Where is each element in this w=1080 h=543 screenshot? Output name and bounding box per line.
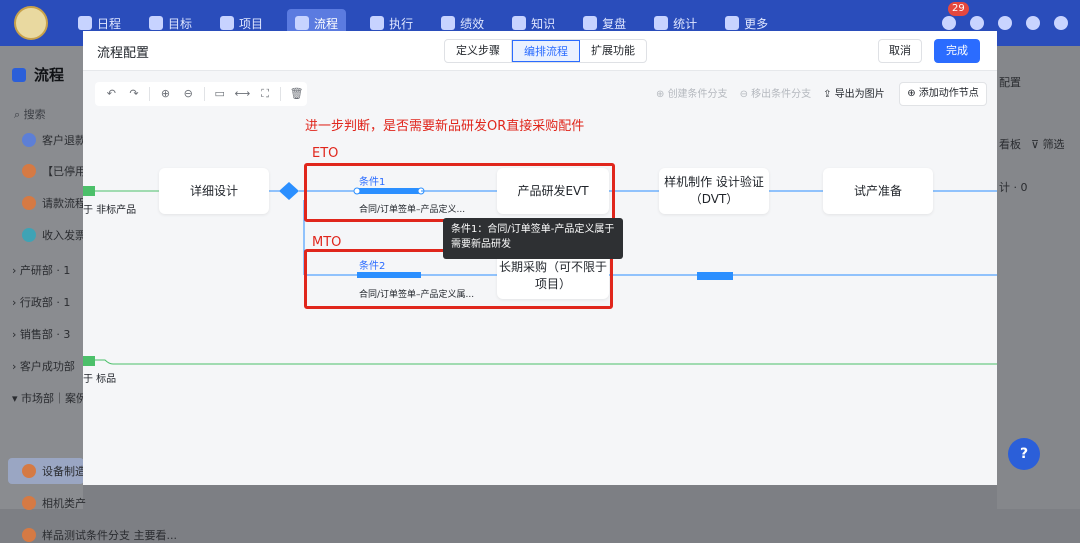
sidebar-group[interactable]: ▾ 市场部｜案例 bbox=[12, 390, 87, 406]
nav-label: 绩效 bbox=[460, 16, 485, 31]
pie-icon bbox=[654, 16, 669, 30]
sidebar-item[interactable]: 样品测试条件分支 主要看... bbox=[22, 527, 177, 543]
filter-label: 筛选 bbox=[1042, 138, 1065, 151]
cancel-button[interactable]: 取消 bbox=[878, 39, 922, 63]
done-button[interactable]: 完成 bbox=[934, 39, 980, 63]
sidebar-item-label: 请款流程 bbox=[42, 197, 86, 210]
cube-icon bbox=[220, 16, 235, 30]
background-right-panel: 配置 看板 ⊽ 筛选 计 · 0 bbox=[997, 46, 1080, 509]
nav-label: 执行 bbox=[389, 16, 414, 31]
sidebar-item[interactable]: 客户退款 bbox=[22, 132, 86, 148]
incoming-marker bbox=[83, 356, 95, 366]
calendar-icon bbox=[78, 16, 92, 30]
merge-bar[interactable] bbox=[697, 272, 733, 280]
sidebar: 流程 ⌕ 搜索 客户退款 【已停用 请款流程 收入发票 › 产研部 · 1 › … bbox=[0, 46, 177, 542]
sidebar-item-label: 客户退款 bbox=[42, 134, 86, 147]
process-icon bbox=[22, 196, 36, 210]
search-icon[interactable] bbox=[970, 16, 984, 30]
count-label: 计 · 0 bbox=[999, 181, 1028, 194]
nav-label: 更多 bbox=[744, 16, 769, 31]
flow-canvas[interactable]: ↶ ↷ ⊕ ⊖ ▭ ⟷ ⛶ 🗑 ⊕ 创建条件分支 ⊖ 移出条件分支 ⇪ 导出为图… bbox=[83, 72, 997, 485]
sidebar-search[interactable]: ⌕ 搜索 bbox=[14, 106, 46, 122]
tab-arrange-flow[interactable]: 编排流程 bbox=[512, 40, 580, 62]
group-label: 市场部｜案例 bbox=[21, 392, 88, 405]
annotation-note: 进一步判断，是否需要新品研发OR直接采购配件 bbox=[305, 119, 585, 134]
modal-header: 流程配置 定义步骤 编排流程 扩展功能 取消 完成 bbox=[83, 31, 997, 71]
branch-side-label: 于 标品 bbox=[83, 374, 117, 385]
target-icon bbox=[149, 16, 164, 30]
nav-label: 统计 bbox=[673, 16, 698, 31]
process-icon bbox=[22, 464, 36, 478]
sidebar-group[interactable]: › 产研部 · 1 bbox=[12, 262, 70, 278]
group-label: 产研部 · 1 bbox=[19, 264, 71, 277]
config-label[interactable]: 配置 bbox=[999, 74, 1021, 90]
sidebar-item[interactable]: 设备制造 bbox=[22, 463, 86, 479]
sidebar-group[interactable]: › 销售部 · 3 bbox=[12, 326, 70, 342]
annotation-eto: ETO bbox=[312, 146, 339, 161]
grid-icon bbox=[725, 16, 740, 30]
incoming-line bbox=[95, 359, 997, 365]
group-label: 行政部 · 1 bbox=[19, 296, 71, 309]
sidebar-item-label: 样品测试条件分支 主要看... bbox=[42, 529, 177, 542]
book-icon bbox=[512, 16, 527, 30]
nav-label: 知识 bbox=[531, 16, 556, 31]
search-placeholder: 搜索 bbox=[23, 108, 46, 121]
sidebar-item[interactable]: 收入发票 bbox=[22, 227, 86, 243]
sidebar-group[interactable]: › 行政部 · 1 bbox=[12, 294, 70, 310]
help-fab-icon[interactable]: ? bbox=[1008, 438, 1040, 470]
chart-icon bbox=[441, 16, 456, 30]
sidebar-item-label: 收入发票 bbox=[42, 229, 86, 242]
sidebar-title-text: 流程 bbox=[34, 66, 65, 84]
flow-icon bbox=[295, 16, 310, 30]
process-icon bbox=[22, 228, 36, 242]
sidebar-item-label: 【已停用 bbox=[42, 165, 86, 178]
sidebar-group[interactable]: › 客户成功部 bbox=[12, 358, 75, 374]
nav-label: 项目 bbox=[239, 16, 264, 31]
gateway-diamond[interactable] bbox=[279, 182, 299, 200]
nav-label: 目标 bbox=[168, 16, 193, 31]
list-icon bbox=[370, 16, 385, 30]
process-icon bbox=[22, 496, 36, 510]
node-detail-design[interactable]: 详细设计 bbox=[159, 168, 269, 214]
nav-label: 日程 bbox=[97, 16, 122, 31]
annotation-mto: MTO bbox=[312, 235, 342, 250]
app-logo[interactable] bbox=[14, 6, 48, 40]
sidebar-title: 流程 bbox=[12, 64, 64, 85]
modal-title: 流程配置 bbox=[97, 46, 150, 61]
mode-tabs: 定义步骤 编排流程 扩展功能 bbox=[444, 39, 647, 63]
sidebar-item[interactable]: 请款流程 bbox=[22, 195, 86, 211]
sidebar-item-label: 设备制造 bbox=[42, 465, 86, 478]
group-label: 销售部 · 3 bbox=[19, 328, 71, 341]
group-label: 客户成功部 bbox=[19, 360, 75, 373]
info-icon[interactable] bbox=[998, 16, 1012, 30]
filter-button[interactable]: ⊽ 筛选 bbox=[1031, 136, 1065, 152]
tab-define-steps[interactable]: 定义步骤 bbox=[445, 40, 512, 62]
condition-tooltip: 条件1：合同/订单签单-产品定义属于 需要新品研发 bbox=[443, 218, 623, 259]
nav-label: 复盘 bbox=[602, 16, 627, 31]
process-icon bbox=[22, 133, 36, 147]
highlight-box-eto bbox=[304, 163, 615, 222]
review-icon bbox=[583, 16, 598, 30]
flow-icon bbox=[12, 67, 26, 82]
tab-extensions[interactable]: 扩展功能 bbox=[580, 40, 646, 62]
board-label[interactable]: 看板 bbox=[999, 136, 1021, 152]
help-icon[interactable] bbox=[1054, 16, 1068, 30]
nav-label: 流程 bbox=[314, 16, 339, 31]
bell-icon[interactable] bbox=[942, 16, 956, 30]
node-trial-prep[interactable]: 试产准备 bbox=[823, 168, 933, 214]
process-icon bbox=[22, 164, 36, 178]
incoming-marker bbox=[83, 186, 95, 196]
process-icon bbox=[22, 528, 36, 542]
branch-side-label: 于 非标产品 bbox=[83, 205, 137, 216]
node-sample-dvt[interactable]: 样机制作 设计验证（DVT） bbox=[659, 168, 769, 214]
process-config-modal: 流程配置 定义步骤 编排流程 扩展功能 取消 完成 ↶ ↷ ⊕ ⊖ ▭ ⟷ ⛶ … bbox=[83, 31, 997, 485]
gear-icon[interactable] bbox=[1026, 16, 1040, 30]
sidebar-item[interactable]: 【已停用 bbox=[22, 163, 86, 179]
